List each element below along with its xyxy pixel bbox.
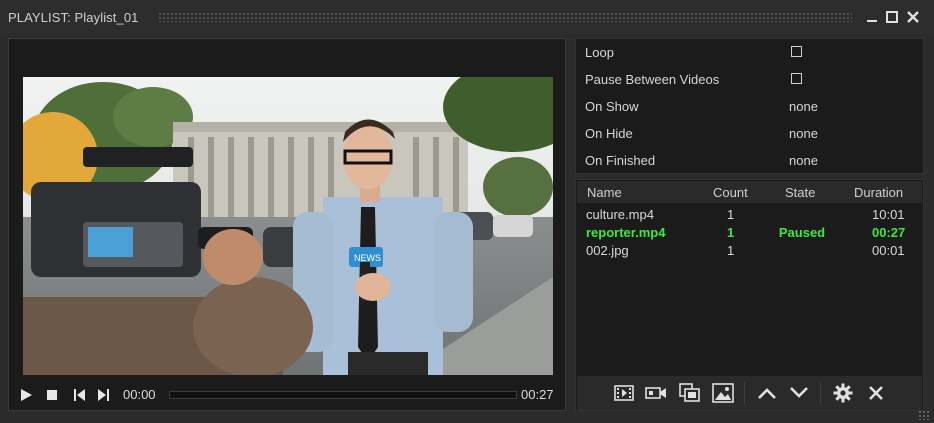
video-preview[interactable]: NEWS [23, 77, 553, 375]
loop-row: Loop [585, 43, 915, 63]
next-icon [98, 389, 109, 401]
on-finished-label: On Finished [585, 153, 656, 168]
move-down-button[interactable] [788, 382, 810, 404]
add-video-button[interactable] [613, 382, 635, 404]
on-hide-label: On Hide [585, 126, 633, 141]
video-panel: NEWS 00:00 00:27 [8, 38, 566, 411]
on-hide-value[interactable]: none [789, 126, 818, 141]
row-duration: 00:01 [872, 243, 905, 258]
add-camera-button[interactable] [645, 382, 667, 404]
loop-checkbox[interactable] [791, 46, 802, 57]
play-icon [21, 389, 32, 401]
move-up-icon [758, 388, 776, 399]
maximize-button[interactable] [884, 9, 900, 25]
toolbar-divider [820, 382, 821, 404]
stop-button[interactable] [43, 386, 61, 404]
row-name: reporter.mp4 [586, 225, 666, 240]
next-button[interactable] [95, 386, 113, 404]
on-hide-row: On Hide none [585, 124, 915, 144]
svg-text:NEWS: NEWS [354, 253, 381, 263]
playlist-panel: Name Count State Duration culture.mp4 1 … [575, 179, 924, 411]
stop-icon [47, 390, 57, 400]
row-duration: 10:01 [872, 207, 905, 222]
row-state: Paused [778, 225, 826, 240]
on-show-row: On Show none [585, 97, 915, 117]
play-button[interactable] [17, 386, 35, 404]
on-finished-value[interactable]: none [789, 153, 818, 168]
move-down-icon [790, 387, 808, 398]
on-show-label: On Show [585, 99, 639, 114]
total-time: 00:27 [521, 387, 554, 402]
add-video-icon [614, 385, 634, 401]
add-camera-icon [645, 387, 666, 399]
column-name[interactable]: Name [587, 185, 622, 200]
window-title: PLAYLIST: Playlist_01 [8, 10, 139, 25]
title-bar: PLAYLIST: Playlist_01 [0, 0, 934, 34]
move-up-button[interactable] [756, 382, 778, 404]
resize-grip[interactable] [918, 410, 930, 420]
title-drag-handle[interactable] [158, 12, 852, 22]
add-image-button[interactable] [712, 382, 734, 404]
row-count: 1 [727, 225, 735, 240]
row-duration: 00:27 [872, 225, 906, 240]
add-copy-button[interactable] [679, 382, 701, 404]
pause-between-label: Pause Between Videos [585, 72, 720, 87]
pause-between-row: Pause Between Videos [585, 70, 915, 90]
settings-button[interactable] [832, 382, 854, 404]
toolbar-divider [744, 382, 745, 404]
remove-icon [869, 386, 883, 400]
gear-icon [833, 383, 853, 403]
previous-icon [74, 389, 85, 401]
row-name: 002.jpg [586, 243, 629, 258]
playlist-toolbar [577, 376, 922, 410]
settings-panel: Loop Pause Between Videos On Show none O… [575, 38, 924, 174]
loop-label: Loop [585, 45, 614, 60]
on-finished-row: On Finished none [585, 151, 915, 171]
add-image-icon [712, 383, 734, 403]
add-copy-icon [679, 383, 700, 402]
column-count[interactable]: Count [713, 185, 748, 200]
on-show-value[interactable]: none [789, 99, 818, 114]
playlist-row-active[interactable]: reporter.mp4 1 Paused 00:27 [577, 225, 922, 242]
row-count: 1 [727, 207, 735, 222]
transport-bar: 00:00 00:27 [9, 379, 565, 411]
remove-button[interactable] [865, 382, 887, 404]
video-frame-image: NEWS [23, 77, 553, 375]
seek-bar[interactable] [169, 391, 517, 399]
playlist-row[interactable]: 002.jpg 1 00:01 [577, 243, 922, 260]
minimize-icon [867, 20, 877, 22]
previous-button[interactable] [70, 386, 88, 404]
pause-between-checkbox[interactable] [791, 73, 802, 84]
column-state[interactable]: State [785, 185, 815, 200]
playlist-row[interactable]: culture.mp4 1 10:01 [577, 207, 922, 224]
minimize-button[interactable] [864, 9, 880, 25]
playlist-header: Name Count State Duration [577, 181, 922, 203]
close-button[interactable] [905, 9, 921, 25]
column-duration[interactable]: Duration [854, 185, 903, 200]
maximize-icon [886, 11, 898, 23]
close-icon [907, 11, 919, 23]
row-name: culture.mp4 [586, 207, 654, 222]
row-count: 1 [727, 243, 735, 258]
current-time: 00:00 [123, 387, 156, 402]
